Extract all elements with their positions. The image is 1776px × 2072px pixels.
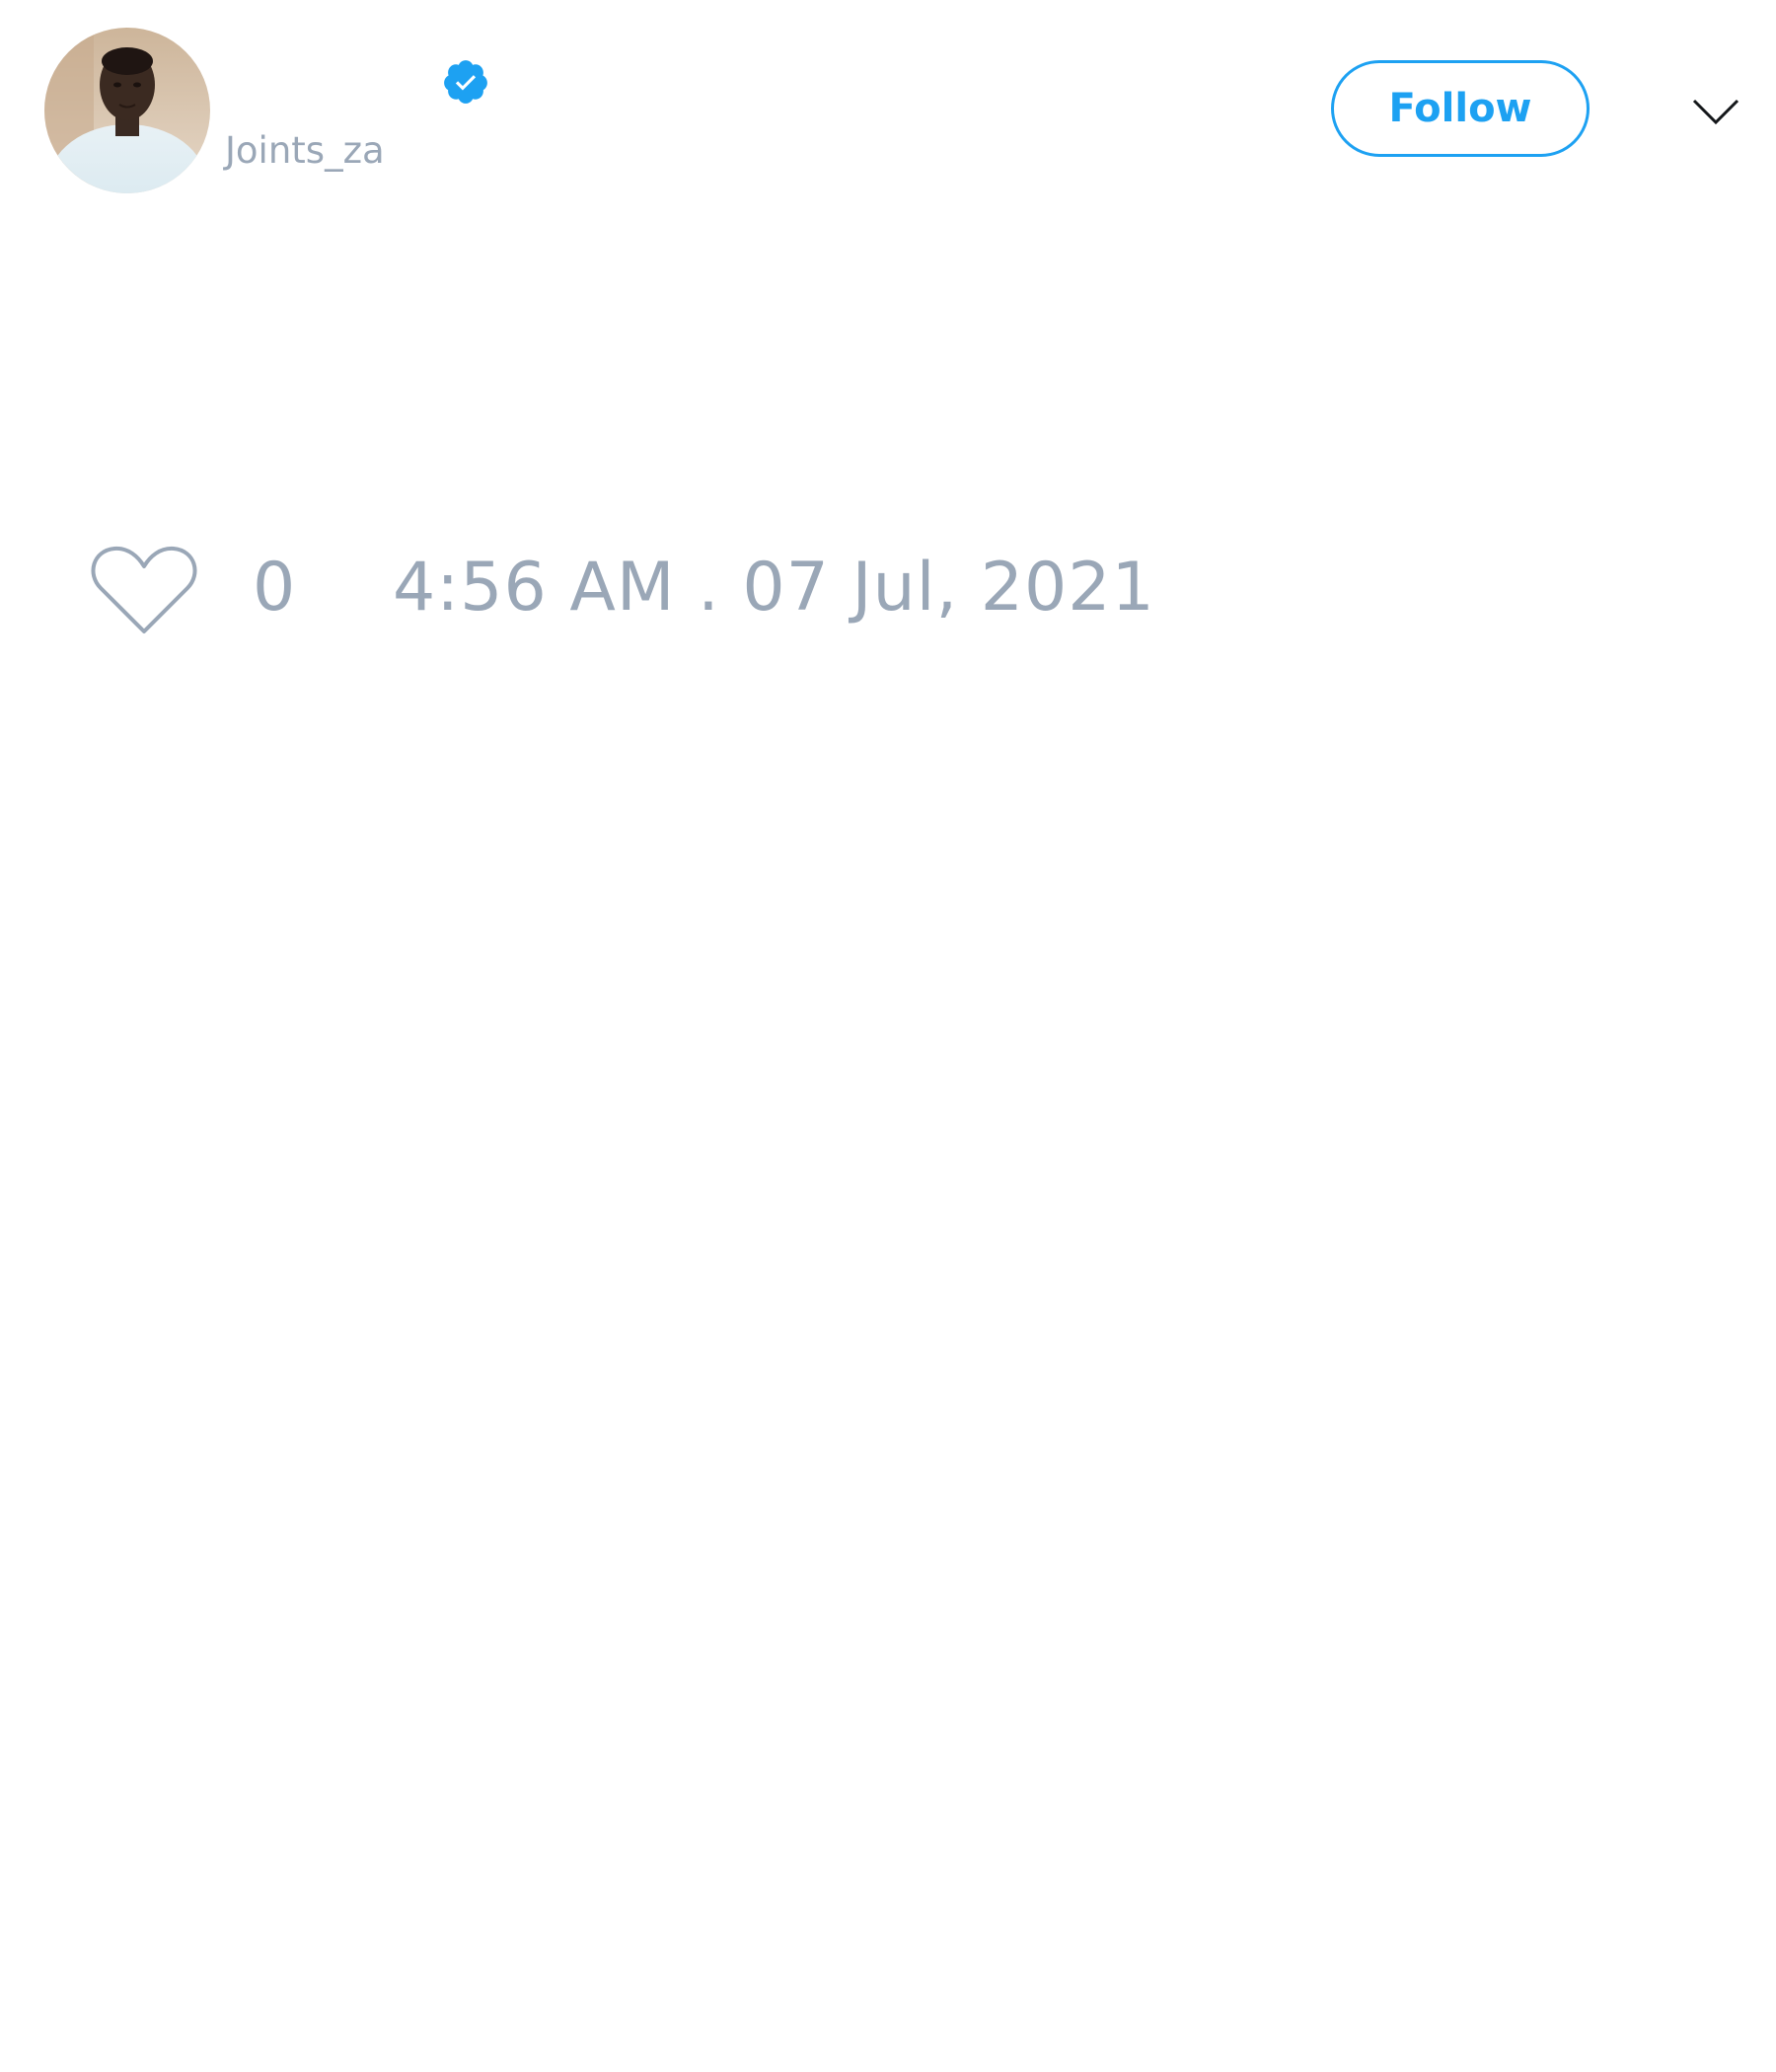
like-button[interactable] (89, 541, 199, 639)
avatar-photo (44, 28, 210, 193)
follow-button[interactable]: Follow (1331, 60, 1590, 157)
user-handle[interactable]: Joints_za (225, 126, 385, 176)
like-count: 0 (253, 549, 296, 627)
heart-icon (91, 546, 197, 633)
verified-badge-icon (441, 57, 490, 107)
avatar[interactable] (44, 28, 210, 193)
tweet-card: Joints_za Follow 0 4:56 AM . 07 Jul, 202… (0, 0, 1776, 2072)
tweet-timestamp[interactable]: 4:56 AM . 07 Jul, 2021 (393, 549, 1155, 628)
chevron-down-icon[interactable] (1691, 91, 1740, 130)
